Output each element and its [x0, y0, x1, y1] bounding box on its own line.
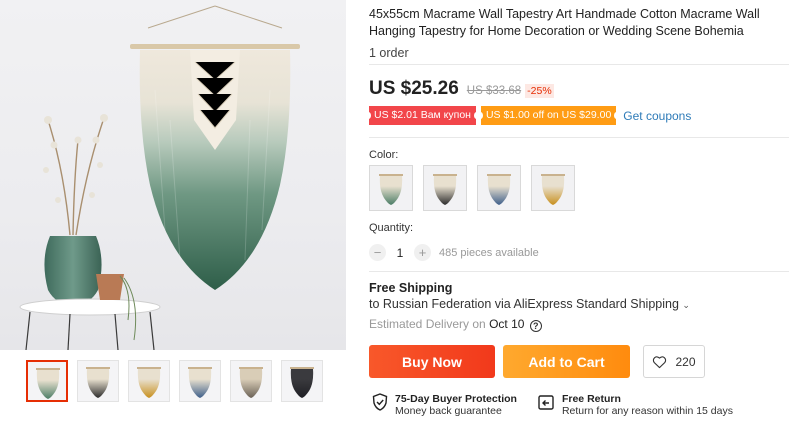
discount-badge: -25%	[525, 84, 554, 98]
help-icon[interactable]: ?	[529, 320, 542, 332]
buy-now-button[interactable]: Buy Now	[369, 345, 495, 378]
shipping-destination[interactable]: to Russian Federation via AliExpress Sta…	[369, 297, 690, 311]
color-option-black[interactable]	[423, 165, 467, 211]
get-coupons-link[interactable]: Get coupons	[623, 109, 691, 123]
shield-icon	[372, 393, 388, 411]
thumbnail-strip	[26, 360, 323, 402]
estimated-delivery-label: Estimated Delivery on	[369, 317, 486, 331]
tapestry-thumb-graphic	[137, 367, 161, 398]
tapestry-thumb-graphic	[86, 367, 110, 398]
tapestry-thumb-graphic	[239, 367, 263, 398]
add-to-cart-button[interactable]: Add to Cart	[503, 345, 630, 378]
tapestry-thumb-graphic	[541, 174, 565, 205]
coupon-select[interactable]: US $1.00 off on US $29.00	[477, 106, 620, 125]
return-subtitle: Return for any reason within 15 days	[561, 405, 733, 417]
order-count: 1 order	[369, 46, 409, 60]
tapestry-thumb-graphic	[379, 174, 403, 205]
free-return: Free Return Return for any reason within…	[537, 393, 733, 417]
current-price: US $25.26	[369, 78, 459, 99]
protection-title: 75-Day Buyer Protection	[395, 393, 517, 405]
gallery-thumbnail[interactable]	[179, 360, 221, 402]
gallery-thumbnail[interactable]	[77, 360, 119, 402]
quantity-input[interactable]	[386, 245, 414, 260]
quantity-stepper: − + 485 pieces available	[369, 244, 539, 261]
divider	[369, 64, 789, 65]
tapestry-thumb-graphic	[188, 367, 212, 398]
gallery-thumbnail[interactable]	[26, 360, 68, 402]
quantity-label: Quantity:	[369, 222, 414, 234]
gallery-thumbnail[interactable]	[128, 360, 170, 402]
action-buttons: Buy Now Add to Cart 220	[369, 345, 705, 378]
guarantees: 75-Day Buyer Protection Money back guara…	[372, 393, 733, 417]
quantity-minus-button[interactable]: −	[369, 244, 386, 261]
divider	[369, 271, 789, 272]
shipping-title: Free Shipping	[369, 281, 453, 295]
return-icon	[538, 395, 554, 410]
original-price: US $33.68	[466, 85, 522, 97]
buyer-protection: 75-Day Buyer Protection Money back guara…	[372, 393, 517, 417]
coupon-store[interactable]: US $2.01 Вам купон	[366, 106, 479, 125]
shipping-destination-text: to Russian Federation via AliExpress Sta…	[369, 297, 679, 311]
quantity-plus-button[interactable]: +	[414, 244, 431, 261]
estimated-delivery-date: Oct 10	[489, 317, 525, 331]
protection-subtitle: Money back guarantee	[395, 405, 502, 417]
gallery-thumbnail[interactable]	[281, 360, 323, 402]
product-info: 45x55cm Macrame Wall Tapestry Art Handma…	[369, 0, 800, 60]
gallery-thumbnail[interactable]	[230, 360, 272, 402]
chevron-down-icon: ⌄	[682, 300, 690, 310]
divider	[369, 137, 789, 138]
coupon-row: US $2.01 Вам купон US $1.00 off on US $2…	[366, 106, 691, 125]
tapestry-thumb-graphic	[487, 174, 511, 205]
product-title: 45x55cm Macrame Wall Tapestry Art Handma…	[369, 7, 760, 38]
pieces-available: 485 pieces available	[439, 246, 539, 259]
tapestry-thumb-graphic	[290, 367, 314, 398]
macrame-illustration	[19, 5, 300, 350]
price-row: US $25.26 US $33.68 -25%	[369, 78, 554, 100]
color-swatches	[369, 165, 575, 211]
main-product-image[interactable]	[0, 0, 346, 350]
heart-icon	[653, 355, 667, 368]
color-option-green[interactable]	[369, 165, 413, 211]
wishlist-count: 220	[675, 354, 696, 369]
wishlist-button[interactable]: 220	[643, 345, 705, 378]
tapestry-thumb-graphic	[36, 368, 60, 399]
color-label: Color:	[369, 149, 399, 161]
estimated-delivery: Estimated Delivery on Oct 10 ?	[369, 317, 542, 332]
tapestry-thumb-graphic	[433, 174, 457, 205]
color-option-blue[interactable]	[477, 165, 521, 211]
color-option-yellow[interactable]	[531, 165, 575, 211]
return-title: Free Return	[561, 393, 621, 405]
